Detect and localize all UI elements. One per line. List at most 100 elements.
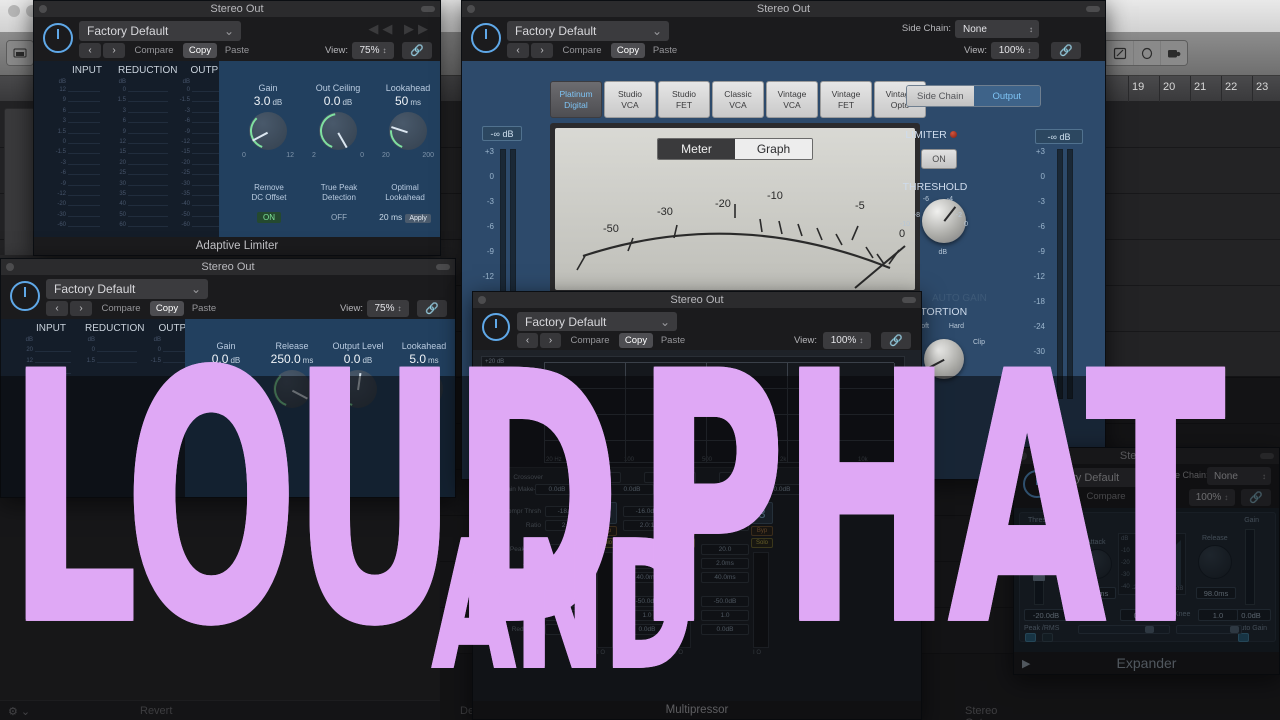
limiter-title: LIMITER: [887, 129, 975, 141]
limiter-on-button[interactable]: ON: [921, 149, 957, 169]
window-titlebar[interactable]: Stereo Out: [1, 259, 455, 275]
circuit-tab-5[interactable]: Vintage FET: [820, 81, 872, 118]
knob-value: 0.0 dB: [323, 94, 353, 108]
vu-meter[interactable]: Meter Graph -50 -30 -20 -10 -5 0: [555, 128, 915, 290]
meter-tick-label: -60: [57, 222, 66, 229]
prev-preset-button[interactable]: ‹: [507, 43, 529, 58]
link-icon[interactable]: 🔗: [1051, 42, 1081, 59]
apply-button[interactable]: Apply: [405, 214, 431, 223]
preset-menu[interactable]: Factory Default ⌄: [46, 279, 208, 299]
option-control[interactable]: 20 ms Apply: [371, 207, 439, 225]
knob-value: 50 ms: [394, 94, 422, 108]
power-icon[interactable]: [471, 23, 501, 53]
circuit-tab-2[interactable]: Studio FET: [658, 81, 710, 118]
next-preset-button[interactable]: ›: [531, 43, 553, 58]
overlay-text-phat: PHAT: [635, 300, 1226, 702]
meter-tick-label: 40: [119, 201, 126, 208]
window-titlebar[interactable]: Stereo Out: [462, 1, 1105, 17]
preset-menu[interactable]: Factory Default ⌄: [79, 21, 241, 41]
compare-button[interactable]: Compare: [130, 43, 178, 58]
window-close-dot[interactable]: [6, 263, 14, 271]
threshold-knob[interactable]: [922, 199, 966, 243]
knob-range: 0 12: [237, 152, 299, 159]
circuit-tab-1[interactable]: Studio VCA: [604, 81, 656, 118]
threshold-title: THRESHOLD: [902, 181, 968, 193]
option-control[interactable]: OFF: [305, 207, 373, 225]
transport-icons[interactable]: ◀◀ ▶▶: [368, 21, 432, 37]
compare-button[interactable]: Compare: [558, 43, 606, 58]
media-browser-icon[interactable]: [1161, 41, 1187, 65]
limiter-meter-scale: -6: [1037, 222, 1045, 231]
meter-tick-label: 12: [119, 139, 126, 145]
window-resize-pill[interactable]: [436, 264, 450, 270]
knob-dial[interactable]: [389, 112, 427, 150]
sidechain-select[interactable]: None ↕: [955, 20, 1039, 38]
meter-tick-label: 6: [122, 118, 126, 125]
next-preset-button[interactable]: ›: [103, 43, 125, 58]
output-sidechain-tabs[interactable]: Side Chain Output: [906, 85, 1041, 107]
view-label: View:: [963, 45, 987, 56]
circuit-tab-4[interactable]: Vintage VCA: [766, 81, 818, 118]
meter-tick-label: 30: [119, 180, 126, 187]
prev-preset-button[interactable]: ‹: [79, 43, 101, 58]
meter-tick-label: 9: [62, 97, 66, 104]
window-resize-pill[interactable]: [1086, 6, 1100, 12]
adaptive-limiter-window[interactable]: Stereo Out Factory Default ⌄ ‹ › Compare…: [33, 0, 441, 256]
meter-scale-label: -3: [486, 197, 494, 206]
meter-tick-label: 3: [62, 118, 66, 125]
knob-lookahead[interactable]: Lookahead 50 ms 20 200: [377, 83, 439, 159]
window-close-dot[interactable]: [467, 5, 475, 13]
library-icon[interactable]: [7, 41, 33, 65]
knob-out-ceiling[interactable]: Out Ceiling 0.0 dB 2 0: [307, 83, 369, 159]
knob-caption: Gain: [258, 83, 278, 93]
window-resize-pill[interactable]: [421, 6, 435, 12]
copy-button[interactable]: Copy: [611, 43, 645, 58]
meter-tick-label: 50: [119, 211, 126, 218]
toolbar-left-group[interactable]: [6, 40, 34, 66]
knob-range: 20: [307, 152, 369, 159]
view-zoom-select[interactable]: 100% ↕: [991, 42, 1039, 59]
stepper-icon: ↕: [1029, 24, 1033, 34]
loop-icon[interactable]: [1134, 41, 1160, 65]
close-traffic-light[interactable]: [8, 5, 20, 17]
edit-note-icon[interactable]: [1107, 41, 1133, 65]
option-caption: Optimal Lookahead: [385, 183, 425, 202]
paste-button[interactable]: Paste: [648, 43, 682, 58]
knob-unit: ms: [410, 98, 422, 107]
parameters-section: Gain 3.0 dB 0 12 Out Ceiling 0.0 dB 2 0 Lookahead 5…: [219, 61, 440, 239]
view-zoom-select[interactable]: 75% ↕: [352, 42, 394, 59]
window-title: Stereo Out: [210, 3, 264, 15]
input-meter-right: [510, 149, 516, 294]
knob-dial[interactable]: [319, 112, 357, 150]
option-1: True Peak Detection OFF: [305, 183, 373, 225]
option-toggle[interactable]: ON: [257, 212, 281, 223]
meter-tick-label: -60: [181, 222, 190, 229]
window-close-dot[interactable]: [39, 5, 47, 13]
knob-gain[interactable]: Gain 3.0 dB 0 12: [237, 83, 299, 159]
threshold-indicator: [943, 206, 957, 223]
ruler-mark: 22: [1225, 81, 1238, 93]
circuit-type-tabs[interactable]: Platinum Digital Studio VCA Studio FET Classic…: [550, 81, 926, 118]
preset-menu[interactable]: Factory Default ⌄: [507, 21, 669, 41]
option-caption: True Peak Detection: [320, 183, 358, 202]
option-caption: Remove DC Offset: [251, 183, 287, 202]
paste-button[interactable]: Paste: [220, 43, 254, 58]
tab-side-chain[interactable]: Side Chain: [907, 86, 974, 106]
sidechain-value: None: [963, 23, 987, 35]
power-icon[interactable]: [43, 23, 73, 53]
meter-tick-label: -12: [57, 191, 66, 197]
tab-output[interactable]: Output: [973, 86, 1040, 106]
knob-dial[interactable]: [249, 112, 287, 150]
threshold-unit: dB: [938, 249, 947, 256]
option-control[interactable]: ON: [235, 207, 303, 225]
meter-tick-label: -15: [181, 149, 190, 156]
circuit-tab-0[interactable]: Platinum Digital: [550, 81, 602, 118]
copy-button[interactable]: Copy: [183, 43, 217, 58]
window-titlebar[interactable]: Stereo Out: [34, 1, 440, 17]
link-icon[interactable]: 🔗: [402, 42, 432, 59]
circuit-tab-3[interactable]: Classic VCA: [712, 81, 764, 118]
option-toggle[interactable]: OFF: [325, 212, 353, 223]
meter-tick-label: 35: [119, 191, 126, 197]
threshold-tick-4: -2: [955, 212, 962, 219]
meter-tick-label: 1.5: [57, 128, 66, 135]
